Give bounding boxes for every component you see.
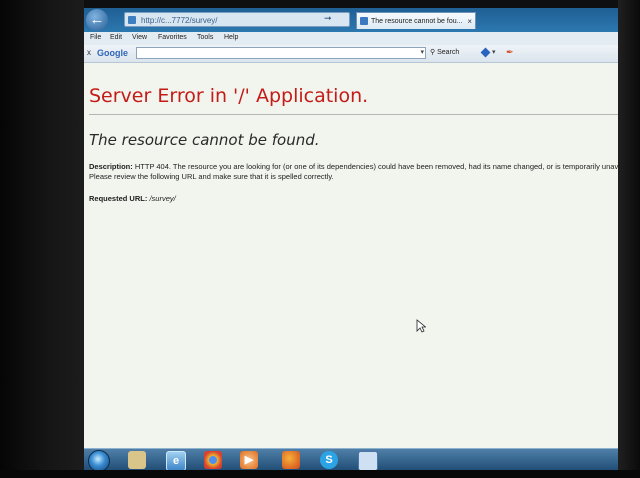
internet-explorer-icon[interactable]: e: [166, 451, 186, 470]
screen: ← http://c...7772/survey/ ➞ The resource…: [84, 8, 618, 470]
menu-item-favorites[interactable]: Favorites: [158, 34, 187, 41]
page-title: Server Error in '/' Application.: [89, 85, 369, 107]
monitor-bezel-bottom: [0, 470, 640, 478]
google-search-label: Search: [437, 49, 460, 56]
back-button[interactable]: ←: [86, 9, 108, 31]
tab-active[interactable]: The resource cannot be fou... ×: [356, 12, 476, 29]
menu-item-help[interactable]: Help: [224, 34, 238, 41]
browser-titlebar: ← http://c...7772/survey/ ➞ The resource…: [84, 8, 618, 32]
menu-item-view[interactable]: View: [132, 34, 147, 41]
requested-url-value: /survey/: [149, 194, 176, 203]
menu-item-file[interactable]: File: [90, 34, 101, 41]
window-app-icon[interactable]: [358, 451, 378, 470]
monitor-bezel-left: [0, 0, 84, 478]
description-text: HTTP 404. The resource you are looking f…: [89, 162, 618, 181]
chevron-down-icon[interactable]: ▾: [420, 48, 424, 56]
requested-url-label: Requested URL:: [89, 194, 148, 203]
divider: [89, 114, 618, 115]
tab-page-icon: [360, 17, 368, 25]
google-search-input[interactable]: ▾: [136, 47, 426, 59]
start-button[interactable]: [88, 450, 110, 470]
explorer-folder-icon[interactable]: [128, 451, 146, 469]
mouse-cursor-icon: [416, 319, 426, 333]
google-search-button[interactable]: ⚲ Search: [430, 48, 459, 56]
google-toolbar: x Google ▾ ⚲ Search ▾ ✒: [84, 45, 618, 63]
page-content: Server Error in '/' Application. The res…: [84, 63, 618, 448]
menu-item-tools[interactable]: Tools: [197, 34, 213, 41]
close-icon[interactable]: ×: [467, 13, 472, 29]
go-icon[interactable]: ➞: [324, 13, 332, 24]
media-player-icon[interactable]: ▶: [240, 451, 258, 469]
description-label: Description:: [89, 162, 133, 171]
address-bar[interactable]: http://c...7772/survey/: [124, 12, 350, 27]
skype-icon[interactable]: S: [320, 451, 338, 469]
tab-title: The resource cannot be fou...: [371, 18, 463, 25]
resource-heading: The resource cannot be found.: [89, 131, 320, 149]
pen-icon[interactable]: ✒: [506, 47, 514, 58]
requested-url: Requested URL: /survey/: [89, 194, 176, 203]
back-arrow-icon: ←: [89, 11, 105, 28]
firefox-icon[interactable]: [282, 451, 300, 469]
google-logo: Google: [97, 48, 128, 58]
address-url: http://c...7772/survey/: [141, 16, 218, 25]
toolbar-close-button[interactable]: x: [87, 48, 91, 57]
bookmark-diamond-icon[interactable]: [480, 47, 491, 58]
menu-item-edit[interactable]: Edit: [110, 34, 122, 41]
monitor-bezel-right: [618, 0, 640, 478]
taskbar: e ▶ S: [84, 448, 618, 470]
description: Description: HTTP 404. The resource you …: [89, 162, 618, 182]
chevron-down-icon[interactable]: ▾: [492, 48, 496, 56]
page-icon: [128, 16, 136, 24]
chrome-icon[interactable]: [204, 451, 222, 469]
search-icon: ⚲: [430, 49, 436, 56]
menu-bar: File Edit View Favorites Tools Help: [84, 32, 618, 45]
